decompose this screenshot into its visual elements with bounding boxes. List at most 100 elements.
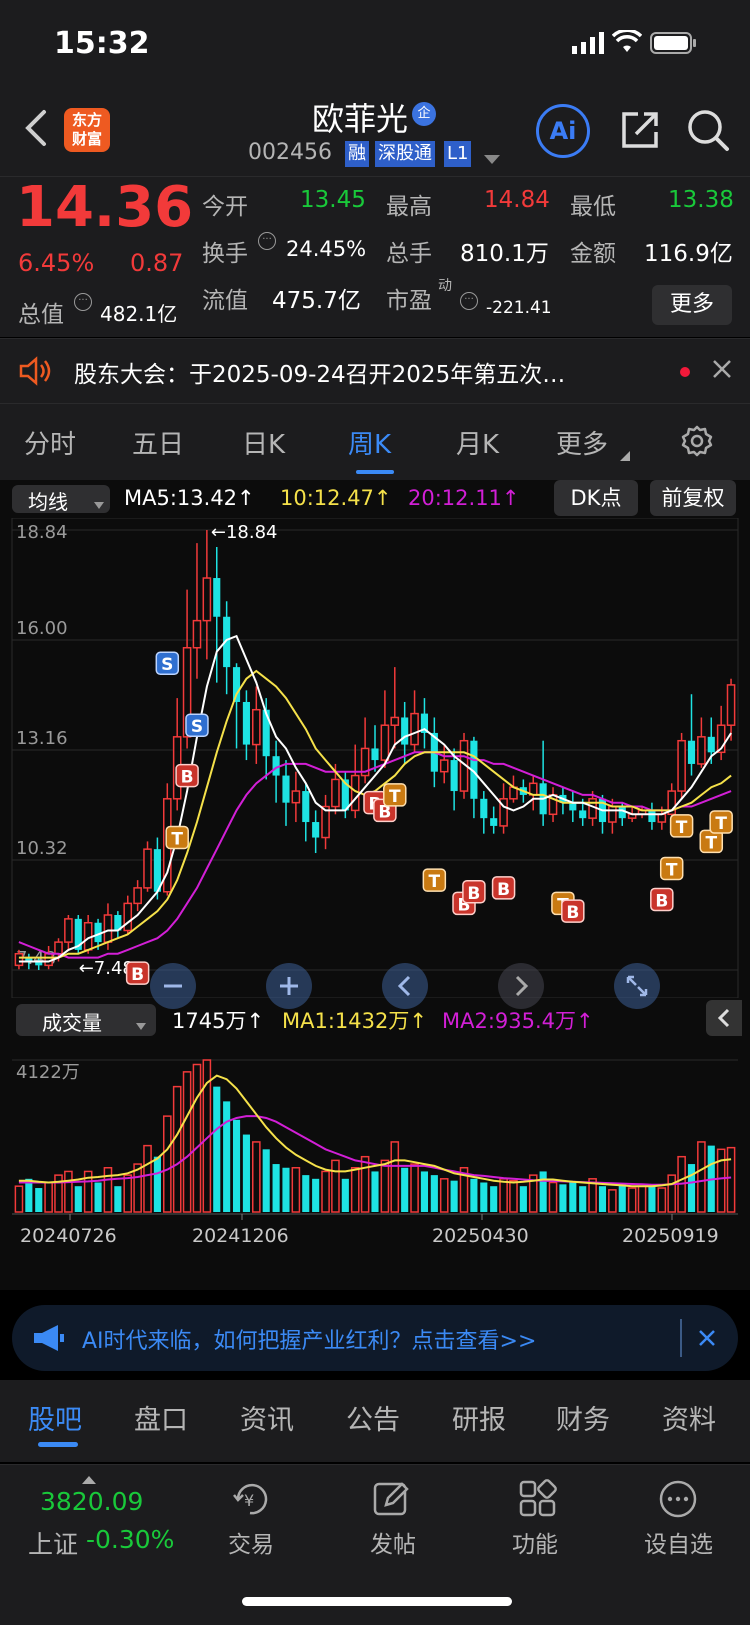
subtab-profile[interactable]: 资料 [662,1398,716,1437]
functions-button[interactable]: 功能 [512,1525,558,1559]
volume-bar-up [350,1166,360,1213]
volume-bar-up [162,1115,172,1213]
unread-dot [680,367,690,377]
candle-body-up [103,914,113,943]
zoom-in-button[interactable] [266,963,312,1009]
tab-more[interactable]: 更多 [556,424,608,461]
candle-body-down [213,578,221,617]
index-value[interactable]: 3820.09 [40,1487,143,1516]
tab-daily-k[interactable]: 日K [242,424,285,461]
index-name[interactable]: 上证 [28,1525,78,1561]
volume-bar-down [401,1167,409,1212]
volume-bar-up [410,1163,419,1213]
signal-marker-label: T [171,830,183,850]
tab-five-day[interactable]: 五日 [132,424,184,461]
signal-marker-label: B [181,768,194,788]
subtab-forum[interactable]: 股吧 [28,1398,82,1437]
speaker-icon [18,355,54,391]
battery-icon [650,32,696,58]
subtab-announcements[interactable]: 公告 [346,1398,400,1437]
add-watchlist-button[interactable]: 设自选 [644,1525,713,1559]
candle-body-up [202,577,212,622]
stock-header: 东方 财富 欧菲光 企 002456 融 深股通 L1 Ai [0,90,750,177]
volume-bar-down [272,1164,280,1212]
dk-button[interactable]: DK点 [554,480,638,516]
zoom-out-button[interactable] [150,963,196,1009]
candle-body-up [14,952,24,967]
tab-intraday[interactable]: 分时 [24,424,76,461]
float-value: 475.7亿 [272,288,361,314]
ad-divider [680,1319,682,1357]
subtab-financials[interactable]: 财务 [556,1398,610,1437]
fullscreen-button[interactable] [614,963,660,1009]
scroll-right-button[interactable] [498,963,544,1009]
volume-bar-down [648,1186,656,1212]
add-watchlist-icon[interactable] [658,1479,698,1523]
svg-text:¥: ¥ [244,1491,254,1510]
candle-body-down [569,802,577,811]
adjust-button[interactable]: 前复权 [650,480,736,516]
amount-value: 116.9亿 [644,241,733,267]
tab-active-indicator [356,470,394,474]
functions-icon[interactable] [518,1479,558,1523]
volume-bar-down [430,1175,438,1212]
volume-bar-up [192,1063,202,1213]
price-tick-label: 13.16 [16,728,68,749]
dk-button-label: DK点 [570,486,622,510]
index-change[interactable]: -0.30% [86,1525,174,1554]
more-info-icon[interactable]: ··· [74,293,92,311]
volume-bar-down [579,1186,587,1212]
volume-bar-up [14,1185,24,1213]
pe-info-icon[interactable]: ··· [460,292,478,310]
volume-bar-down [480,1182,488,1212]
content-tabs: 股吧 盘口 资讯 公告 研报 财务 资料 [0,1380,750,1462]
candle-body-down [282,775,290,803]
quote-panel: 14.36 6.45% 0.87 总值 ··· 482.1亿 今开 13.45 … [0,175,750,337]
close-icon[interactable] [712,359,732,383]
trade-button[interactable]: 交易 [228,1525,274,1559]
notice-bar[interactable]: 股东大会：于2025-09-24召开2025年第五次… [0,338,750,404]
volume-bar-down [371,1171,379,1212]
candle-body-up [64,918,73,943]
tag-connect: 深股通 [375,141,435,167]
volume-ma1-line [18,1074,732,1188]
subtab-research[interactable]: 研报 [452,1398,506,1437]
indicator-select[interactable]: 均线 [12,485,110,514]
share-icon[interactable] [618,108,662,156]
collapse-panel-button[interactable] [706,1000,742,1036]
post-icon[interactable] [372,1479,412,1523]
candle-body-up [657,813,667,823]
pe-label: 市盈 [386,288,432,314]
volume-bar-down [618,1184,626,1212]
ad-close-icon[interactable] [698,1329,716,1351]
tab-weekly-k[interactable]: 周K [348,424,391,461]
volume-bar-down [490,1186,498,1212]
back-icon[interactable] [22,108,50,152]
volume-bar-up [252,1141,261,1213]
ai-button[interactable]: Ai [536,104,590,158]
post-button[interactable]: 发帖 [370,1525,416,1559]
dropdown-icon[interactable] [484,150,500,169]
volume-indicator-select[interactable]: 成交量 [16,1004,156,1036]
settings-gear-icon[interactable] [680,424,714,462]
trade-icon[interactable]: ¥ [230,1479,274,1523]
turnover-info-icon[interactable]: ··· [258,232,276,250]
price-tick-label: 10.32 [16,838,68,859]
volume-bar-down [519,1186,527,1212]
more-button[interactable]: 更多 [652,285,732,325]
scroll-left-button[interactable] [382,963,428,1009]
volume-bar-down [282,1167,290,1212]
x-tick-label: 20240726 [20,1225,117,1247]
x-tick-label: 20241206 [192,1225,289,1247]
subtab-orderbook[interactable]: 盘口 [134,1398,188,1437]
stock-name: 欧菲光 [312,100,409,138]
tag-level: L1 [444,141,472,167]
search-icon[interactable] [686,108,730,156]
ad-banner[interactable]: AI时代来临，如何把握产业红利？点击查看>> [12,1305,738,1371]
turnover-label: 换手 [202,241,248,267]
volume-bar-up [637,1185,647,1213]
subtab-news[interactable]: 资讯 [240,1398,294,1437]
candle-body-up [54,941,63,955]
price-chart[interactable]: 18.8416.0013.1610.327.48←18.84←7.48SSBTB… [0,518,750,998]
tab-monthly-k[interactable]: 月K [456,424,499,461]
